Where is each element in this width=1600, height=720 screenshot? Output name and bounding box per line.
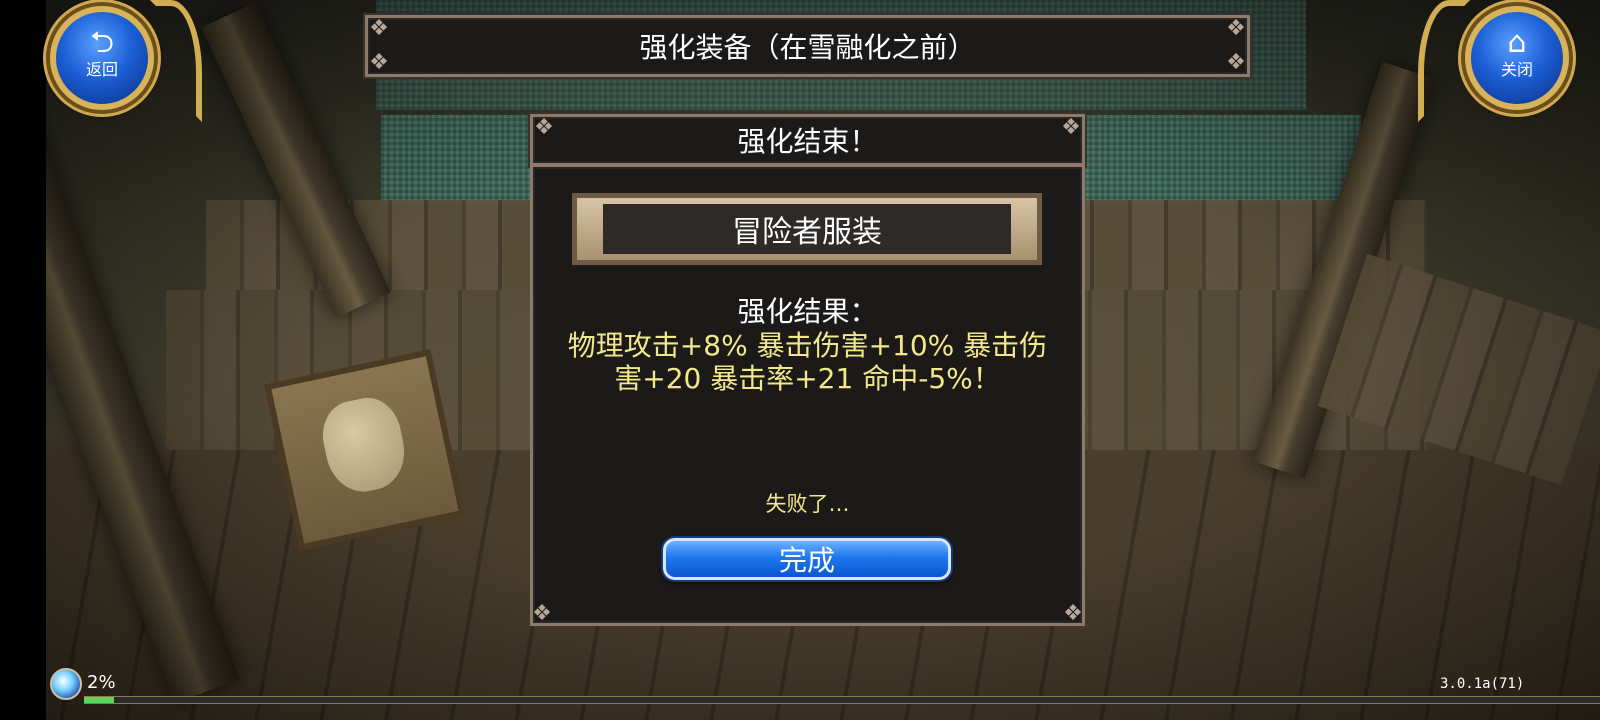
version-label: 3.0.1a(71) bbox=[1440, 676, 1525, 692]
home-icon: ⌂ bbox=[1507, 25, 1527, 60]
ornament-corner-icon: ❖ bbox=[369, 50, 389, 75]
ornament-corner-icon: ❖ bbox=[1226, 50, 1246, 75]
exp-bar bbox=[84, 696, 1600, 704]
fail-message: 失败了… bbox=[765, 492, 850, 516]
game-screen: ❖ ❖ ❖ ❖ 强化装备（在雪融化之前） ⮌ 返回 ⌂ 关闭 ❖ ❖ 强化结束！… bbox=[0, 0, 1600, 720]
result-detail: 物理攻击+8% 暴击伤害+10% 暴击伤害+20 暴击率+21 命中-5%！ bbox=[567, 329, 1048, 395]
back-arrow-icon: ⮌ bbox=[89, 25, 115, 60]
ornament-corner-icon: ❖ bbox=[1063, 601, 1083, 626]
back-button-label: 返回 bbox=[85, 60, 118, 79]
ornament-corner-icon: ❖ bbox=[1061, 115, 1081, 140]
ornament-corner-icon: ❖ bbox=[369, 16, 389, 41]
dialog-header: ❖ ❖ 强化结束！ bbox=[530, 114, 1085, 166]
dialog-title: 强化结束！ bbox=[737, 125, 878, 158]
back-button[interactable]: ⮌ 返回 bbox=[50, 6, 154, 110]
item-name: 冒险者服装 bbox=[603, 204, 1011, 254]
ornament-corner-icon: ❖ bbox=[1226, 16, 1246, 41]
close-button-label: 关闭 bbox=[1500, 60, 1533, 79]
close-button[interactable]: ⌂ 关闭 bbox=[1465, 6, 1569, 110]
ornament-corner-icon: ❖ bbox=[534, 115, 554, 140]
result-label: 强化结果： bbox=[737, 295, 878, 328]
ornament-corner-icon: ❖ bbox=[532, 601, 552, 626]
title-bar: ❖ ❖ ❖ ❖ 强化装备（在雪融化之前） bbox=[365, 15, 1250, 77]
sack-icon bbox=[316, 392, 412, 499]
exp-orb-icon bbox=[50, 668, 82, 700]
sack-sign bbox=[264, 349, 466, 551]
done-button[interactable]: 完成 bbox=[663, 538, 951, 580]
page-title: 强化装备（在雪融化之前） bbox=[639, 31, 976, 64]
exp-percent: 2% bbox=[87, 672, 116, 693]
exp-bar-fill bbox=[84, 697, 115, 703]
item-name-plate: 冒险者服装 bbox=[572, 193, 1042, 265]
